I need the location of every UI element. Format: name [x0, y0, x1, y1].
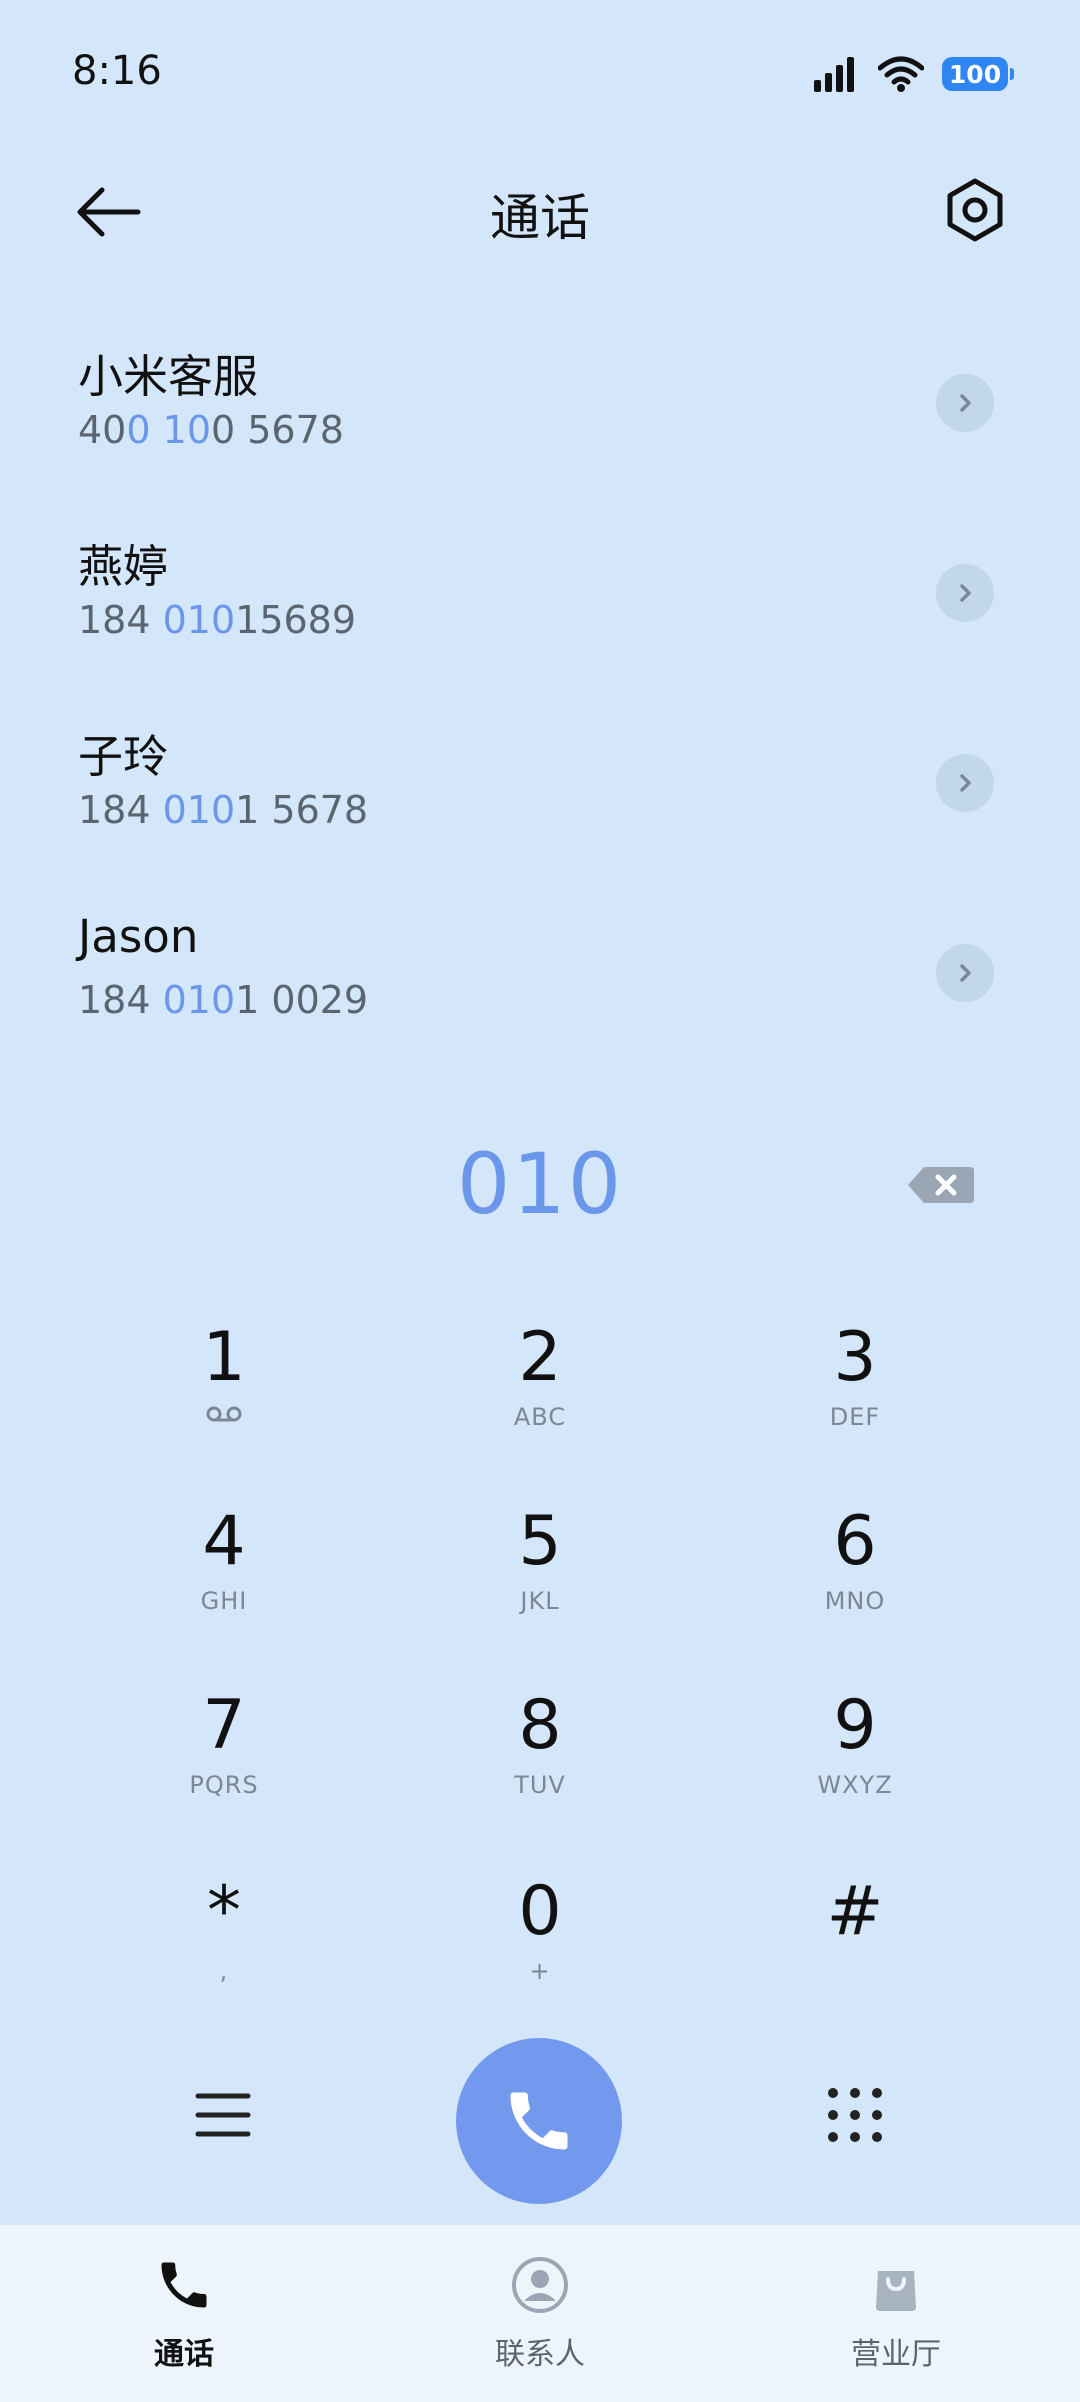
key-letters [124, 1402, 324, 1432]
status-icons: 100 [812, 50, 1014, 98]
key-star[interactable]: * , [124, 1872, 324, 2022]
dialpad-icon [828, 2088, 882, 2142]
key-digit: 7 [202, 1686, 246, 1765]
nav-tab-calls[interactable]: 通话 [84, 2255, 284, 2373]
chevron-right-icon [960, 964, 971, 982]
key-digit: 6 [833, 1502, 877, 1581]
contact-number: 184 0101 0029 [78, 978, 369, 1022]
wifi-icon [878, 56, 924, 92]
key-8[interactable]: 8 TUV [440, 1686, 640, 1836]
key-letters: + [529, 1957, 551, 1985]
key-3[interactable]: 3 DEF [755, 1318, 955, 1468]
phone-icon [510, 2092, 568, 2150]
key-letters: MNO [824, 1587, 886, 1615]
call-button[interactable] [456, 2038, 622, 2204]
key-letters: TUV [514, 1771, 566, 1799]
dialpad-toggle-button[interactable] [820, 2080, 890, 2150]
key-digit: 5 [518, 1502, 562, 1581]
contact-item[interactable]: 小米客服 400 100 5678 [0, 340, 1080, 520]
key-digit: 9 [833, 1686, 877, 1765]
contact-detail-button[interactable] [936, 754, 994, 812]
menu-icon [195, 2093, 251, 2137]
contact-detail-button[interactable] [936, 374, 994, 432]
key-digit: 2 [518, 1318, 562, 1397]
battery-indicator: 100 [942, 57, 1014, 91]
key-0[interactable]: 0 + [440, 1872, 640, 2022]
status-time: 8:16 [72, 48, 162, 94]
key-digit: 4 [202, 1502, 246, 1581]
contact-number: 184 0101 5678 [78, 788, 369, 832]
chevron-right-icon [960, 394, 971, 412]
contact-item[interactable]: 燕婷 184 01015689 [0, 530, 1080, 710]
key-2[interactable]: 2 ABC [440, 1318, 640, 1468]
phone-icon [161, 2262, 207, 2308]
settings-button[interactable] [935, 170, 1015, 250]
key-letters: WXYZ [817, 1771, 893, 1799]
signal-icon [814, 57, 854, 92]
contact-name: Jason [78, 910, 199, 963]
page-title: 通话 [490, 189, 590, 247]
bottom-nav: 通话 联系人 营业厅 [0, 2225, 1080, 2402]
nav-label: 通话 [154, 2337, 214, 2372]
key-1[interactable]: 1 [124, 1318, 324, 1468]
chevron-right-icon [960, 584, 971, 602]
backspace-button[interactable] [900, 1155, 980, 1215]
contact-number: 400 100 5678 [78, 408, 344, 452]
shopping-bag-icon [876, 2271, 916, 2311]
chevron-right-icon [960, 774, 971, 792]
menu-button[interactable] [188, 2080, 258, 2150]
contact-icon [512, 2257, 568, 2313]
contact-detail-button[interactable] [936, 944, 994, 1002]
key-digit: # [826, 1872, 884, 1951]
contact-name: 子玲 [78, 730, 169, 783]
nav-label: 营业厅 [851, 2337, 941, 2372]
key-digit: 0 [518, 1872, 562, 1951]
key-digit: 1 [202, 1318, 246, 1397]
backspace-icon [908, 1167, 974, 1203]
contact-name: 小米客服 [78, 350, 259, 403]
contact-detail-button[interactable] [936, 564, 994, 622]
contact-name: 燕婷 [78, 540, 169, 593]
key-digit: * [207, 1872, 241, 1951]
nav-tab-store[interactable]: 营业厅 [796, 2255, 996, 2373]
key-5[interactable]: 5 JKL [440, 1502, 640, 1652]
nav-label: 联系人 [495, 2337, 585, 2372]
gear-icon [947, 178, 1003, 242]
nav-tab-contacts[interactable]: 联系人 [440, 2255, 640, 2373]
key-letters: GHI [200, 1587, 248, 1615]
voicemail-icon [206, 1406, 242, 1422]
key-digit: 8 [518, 1686, 562, 1765]
key-letters: , [219, 1957, 229, 1985]
key-6[interactable]: 6 MNO [755, 1502, 955, 1652]
contact-item[interactable]: Jason 184 0101 0029 [0, 910, 1080, 1090]
contact-item[interactable]: 子玲 184 0101 5678 [0, 720, 1080, 900]
key-letters: PQRS [189, 1771, 259, 1799]
key-letters: DEF [829, 1403, 881, 1431]
key-7[interactable]: 7 PQRS [124, 1686, 324, 1836]
key-4[interactable]: 4 GHI [124, 1502, 324, 1652]
key-9[interactable]: 9 WXYZ [755, 1686, 955, 1836]
key-hash[interactable]: # [755, 1872, 955, 2022]
battery-level: 100 [948, 59, 1002, 89]
key-digit: 3 [833, 1318, 877, 1397]
key-letters: JKL [520, 1587, 560, 1615]
key-letters: ABC [513, 1403, 567, 1431]
contact-number: 184 01015689 [78, 598, 357, 642]
